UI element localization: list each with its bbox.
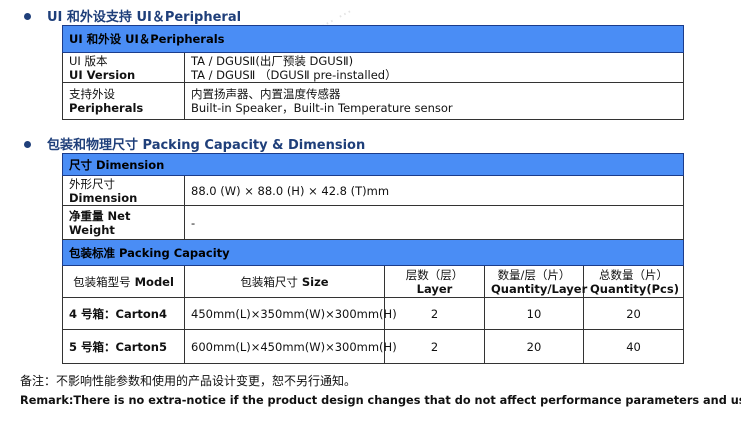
carton-qty-total: 40 [582, 329, 685, 364]
label-cn: UI 版本 [69, 53, 108, 68]
net-weight-value: - [183, 205, 685, 240]
peripherals-value: 内置扬声器、内置温度传感器 Built-in Speaker，Built-in … [184, 82, 684, 120]
value-line-1: TA / DGUSⅡ(出厂预装 DGUSⅡ) [191, 53, 354, 68]
peripherals-label: 支持外设 Peripherals [62, 82, 185, 120]
table-row: 净重量 Net Weight - [62, 205, 685, 240]
header-en: Model [134, 274, 174, 289]
carton-layer: 2 [384, 297, 485, 330]
label-cn: 净重量 [69, 208, 104, 223]
label-en: UI Version [69, 67, 136, 82]
packing-dimension-table: 尺寸 Dimension 外形尺寸 Dimension 88.0 (W) × 8… [61, 153, 685, 364]
carton-size: 450mm(L)×350mm(W)×300mm(H) [184, 297, 397, 330]
note-cn: 备注：不影响性能参数和使用的产品设计变更，恕不另行通知。 [20, 374, 357, 388]
dimension-value: 88.0 (W) × 88.0 (H) × 42.8 (T)mm [183, 175, 685, 206]
header-en: Size [301, 274, 329, 289]
header-cn: 包装箱尺寸 [240, 274, 298, 289]
column-header-size: 包装箱尺寸 Size [184, 265, 385, 298]
column-header-qty-layer: 数量/层（片） Quantity/Layer [484, 265, 588, 298]
column-header-qty-total: 总数量（片） Quantity(Pcs) [582, 265, 685, 298]
packing-section-title-text: 包装和物理尺寸 Packing Capacity & Dimension [47, 138, 366, 153]
carton-size: 600mm(L)×450mm(W)×300mm(H) [184, 329, 397, 364]
net-weight-label: 净重量 Net Weight [62, 205, 185, 240]
dimension-header: 尺寸 Dimension [61, 153, 685, 176]
ui-version-label: UI 版本 UI Version [62, 52, 185, 83]
header-en: Quantity(Pcs) [590, 281, 679, 296]
header-en: Layer [416, 281, 453, 296]
ui-section-title-text: UI 和外设支持 UI＆Peripheral [47, 10, 242, 25]
packing-section-title: 包装和物理尺寸 Packing Capacity & Dimension [24, 134, 365, 153]
label-cn: 支持外设 [69, 87, 115, 101]
capacity-header: 包装标准 Packing Capacity [61, 239, 685, 266]
carton-layer: 2 [384, 329, 485, 364]
header-cn: 数量/层（片） [497, 267, 571, 282]
carton-qty-layer: 20 [484, 329, 584, 364]
carton-qty-total: 20 [582, 297, 685, 330]
label-en: Peripherals [69, 101, 144, 115]
label-en: Dimension [69, 190, 138, 205]
value-line-2: TA / DGUSⅡ （DGUSⅡ pre-installed） [191, 67, 397, 82]
header-cn: 层数（层） [405, 267, 464, 282]
bullet-icon [24, 13, 31, 20]
table-row: 支持外设 Peripherals 内置扬声器、内置温度传感器 Built-in … [62, 82, 684, 120]
carton-qty-layer: 10 [484, 297, 584, 330]
ui-peripherals-table: UI 和外设 UI＆Peripherals UI 版本 UI Version T… [62, 25, 684, 120]
table-row: UI 版本 UI Version TA / DGUSⅡ(出厂预装 DGUSⅡ) … [62, 52, 684, 83]
ui-version-value: TA / DGUSⅡ(出厂预装 DGUSⅡ) TA / DGUSⅡ （DGUSⅡ… [184, 52, 684, 83]
label-cn: 外形尺寸 [69, 176, 115, 191]
carton-model: 4 号箱：Carton4 [62, 297, 185, 330]
header-cn: 包装箱型号 [73, 274, 131, 289]
value-line-1: 内置扬声器、内置温度传感器 [191, 87, 341, 101]
ui-section-title: UI 和外设支持 UI＆Peripheral [24, 6, 241, 25]
header-cn: 总数量（片） [599, 267, 669, 282]
table-row: 4 号箱：Carton4 450mm(L)×350mm(W)×300mm(H) … [62, 297, 685, 330]
dimension-label: 外形尺寸 Dimension [62, 175, 185, 206]
column-header-model: 包装箱型号 Model [62, 265, 185, 298]
value-line-2: Built-in Speaker，Built-in Temperature se… [191, 101, 453, 115]
carton-model: 5 号箱：Carton5 [62, 329, 185, 364]
column-header-layer: 层数（层） Layer [384, 265, 485, 298]
ui-table-header: UI 和外设 UI＆Peripherals [62, 25, 684, 53]
header-en: Quantity/Layer [491, 281, 588, 296]
table-row: 5 号箱：Carton5 600mm(L)×450mm(W)×300mm(H) … [62, 329, 685, 364]
table-row: 外形尺寸 Dimension 88.0 (W) × 88.0 (H) × 42.… [62, 175, 685, 206]
remark-en: Remark:There is no extra-notice if the p… [20, 394, 741, 407]
bullet-icon [24, 141, 31, 148]
table-header-row: 包装箱型号 Model 包装箱尺寸 Size 层数（层） Layer 数量/层（… [62, 265, 685, 298]
